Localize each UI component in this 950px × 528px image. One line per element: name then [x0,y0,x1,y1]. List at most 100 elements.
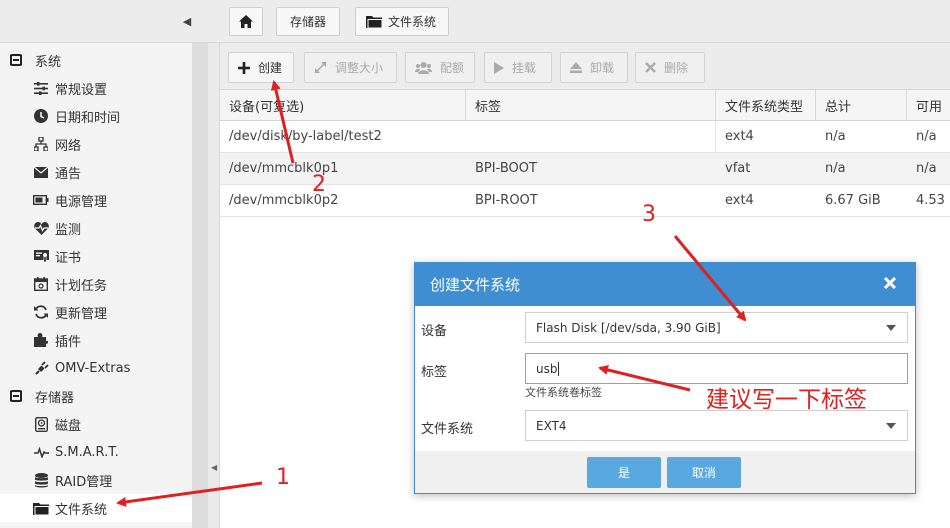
create-label: 创建 [258,61,283,75]
label-input-value: usb [536,361,558,376]
sidebar-item-label: 磁盘 [55,418,82,434]
annotation-step-1: 1 [276,465,290,490]
sidebar-item-omv-extras[interactable]: OMV-Extras [0,354,192,382]
sidebar-item-scheduled-tasks[interactable]: 计划任务 [0,270,192,298]
unmount-label: 卸载 [590,61,615,75]
table-cell: /dev/disk/by-label/test2 [229,129,382,144]
resize-button[interactable]: 调整大小 [304,52,397,83]
folder-icon [366,15,382,28]
sidebar-item-label: 监测 [55,222,82,238]
sidebar-item-notification[interactable]: 通告 [0,158,192,186]
collapse-icon[interactable] [10,390,22,402]
table-cell: ext4 [725,129,754,144]
delete-label: 删除 [664,61,689,75]
table-cell: ext4 [725,193,754,208]
close-icon[interactable] [883,276,899,292]
sidebar-item-filesystems[interactable]: 文件系统 [0,494,192,522]
refresh-icon [33,304,49,320]
sidebar-item-disks[interactable]: 磁盘 [0,410,192,438]
sidebar-item-smart[interactable]: S.M.A.R.T. [0,438,192,466]
sidebar-item-label: 网络 [55,138,82,154]
table-cell [466,121,716,152]
table-cell: /dev/mmcblk0p2 [229,193,339,208]
sidebar-item-label: 文件系统 [55,502,108,518]
sidebar-item-network[interactable]: 网络 [0,130,192,158]
column-header[interactable]: 标签 [466,90,716,120]
home-icon [239,15,253,28]
sidebar-group-system[interactable]: 系统 [0,46,192,74]
delete-button[interactable]: 删除 [635,52,705,83]
device-label: 设备 [421,324,448,339]
filesystem-select-value: EXT4 [536,418,567,433]
panel-splitter[interactable]: ◀ [208,43,220,528]
dialog-body: 设备 Flash Disk [/dev/sda, 3.90 GiB] 标签 us… [415,306,915,451]
table-cell: BPI-BOOT [475,161,537,176]
column-header[interactable]: 文件系统类型 [716,90,816,120]
sidebar-item-certificates[interactable]: 证书 [0,242,192,270]
plug-icon [33,360,49,376]
sidebar-item-label: RAID管理 [55,474,113,490]
sidebar-item-label: 更新管理 [55,306,108,322]
calendar-icon [33,276,49,292]
heartbeat-icon [33,220,49,236]
column-header[interactable]: 设备(可复选) [220,90,466,120]
sidebar-item-label: OMV-Extras [55,360,131,376]
device-select-value: Flash Disk [/dev/sda, 3.90 GiB] [536,320,721,335]
puzzle-icon [33,332,49,348]
network-icon [33,136,49,152]
device-select[interactable]: Flash Disk [/dev/sda, 3.90 GiB] [525,312,908,343]
ok-button[interactable]: 是 [587,457,661,488]
sidebar-item-datetime[interactable]: 日期和时间 [0,102,192,130]
quota-button[interactable]: 配额 [405,52,475,83]
sidebar-item-raid[interactable]: RAID管理 [0,466,192,494]
splitter-arrow-icon[interactable]: ◀ [211,463,217,472]
collapse-icon[interactable] [10,54,22,66]
breadcrumb-storage[interactable]: 存储器 [276,7,340,36]
sidebar-item-label: 电源管理 [55,194,108,210]
table-cell: n/a [916,161,937,176]
dialog-header: 创建文件系统 [415,263,915,306]
sidebar-item-updates[interactable]: 更新管理 [0,298,192,326]
sidebar-item-plugins[interactable]: 插件 [0,326,192,354]
resize-label: 调整大小 [335,61,384,75]
collapse-sidebar-icon[interactable]: ◀ [178,13,196,31]
sidebar-scrollbar[interactable] [192,43,208,528]
column-header[interactable]: 总计 [816,90,907,120]
sidebar-item-label: 存储器 [35,390,75,406]
table-cell: n/a [825,161,846,176]
column-header[interactable]: 可用 [907,90,950,120]
table-cell: n/a [825,129,846,144]
filesystem-label: 文件系统 [421,422,474,437]
dialog-title: 创建文件系统 [430,276,521,294]
sidebar-item-power[interactable]: 电源管理 [0,186,192,214]
table-cell: vfat [725,161,751,176]
text-cursor [558,361,560,376]
create-button[interactable]: 创建 [228,52,294,83]
cancel-button[interactable]: 取消 [667,457,741,488]
breadcrumb-home[interactable] [229,7,263,36]
quota-label: 配额 [440,61,465,75]
table-cell: 6.67 GiB [825,193,881,208]
close-icon [645,62,656,73]
breadcrumb-filesystem-label: 文件系统 [388,15,437,29]
sliders-icon [33,80,49,96]
eject-icon [570,62,582,73]
table-row[interactable]: /dev/disk/by-label/test2 ext4 n/a n/a [220,121,950,153]
mount-button[interactable]: 挂载 [484,52,552,83]
disk-icon [33,416,49,432]
chevron-down-icon[interactable] [886,325,896,331]
table-row[interactable]: /dev/mmcblk0p1 BPI-BOOT vfat n/a n/a [220,153,950,185]
sidebar-item-general[interactable]: 常规设置 [0,74,192,102]
breadcrumb-filesystem[interactable]: 文件系统 [355,7,449,36]
sidebar-item-monitoring[interactable]: 监测 [0,214,192,242]
sidebar-group-storage[interactable]: 存储器 [0,382,192,410]
annotation-step-2: 2 [312,172,326,197]
unmount-button[interactable]: 卸载 [560,52,628,83]
annotation-note: 建议写一下标签 [706,387,867,413]
folder-icon [33,500,49,516]
expand-icon [314,61,327,74]
table-row[interactable]: /dev/mmcblk0p2 BPI-ROOT ext4 6.67 GiB 4.… [220,185,950,217]
chevron-down-icon[interactable] [886,423,896,429]
sidebar: 系统 常规设置 日期和时间 网络 通告 电源管理 监测 证书 计划任务 更新管理… [0,43,208,528]
filesystem-select[interactable]: EXT4 [525,410,908,441]
